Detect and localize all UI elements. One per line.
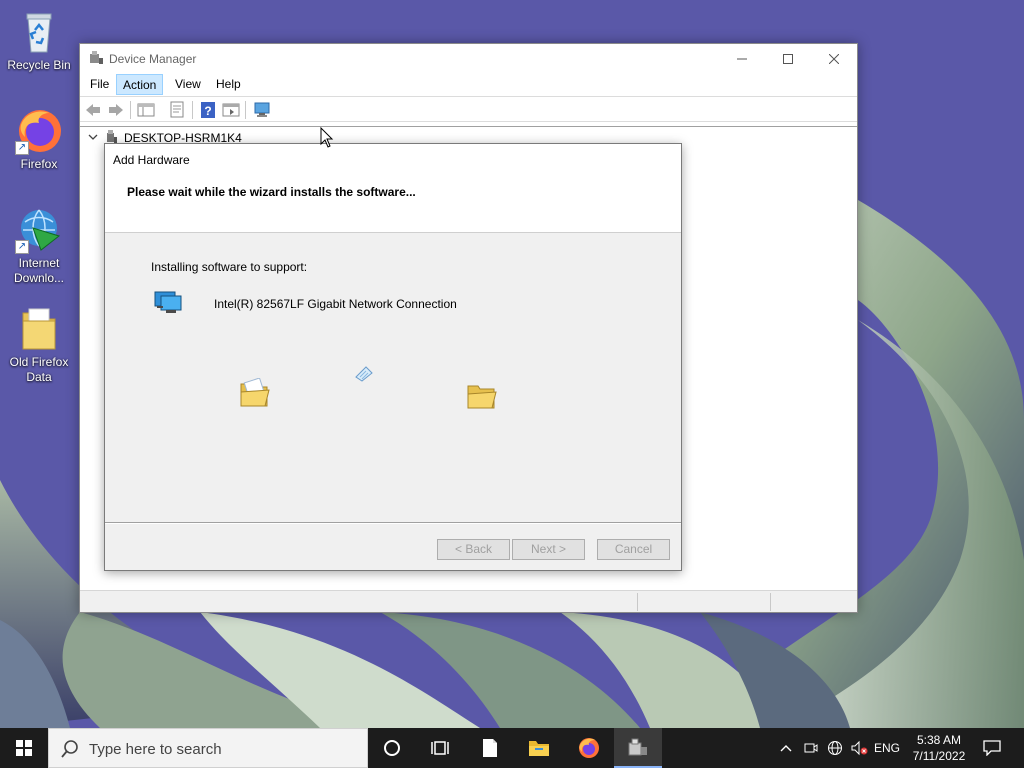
back-button[interactable]: < Back: [437, 539, 510, 560]
search-input[interactable]: Type here to search: [48, 728, 368, 768]
meet-now-icon[interactable]: [802, 728, 820, 768]
toolbar-separator: [192, 101, 193, 119]
forward-arrow-icon[interactable]: [107, 101, 125, 119]
desktop-icon-internet-download-manager[interactable]: ↗ Internet Downlo...: [1, 206, 77, 286]
desktop-icon-label: Internet: [18, 256, 60, 270]
network-adapter-icon: [153, 290, 183, 316]
status-divider: [770, 593, 771, 611]
menu-bar: File Action View Help: [80, 73, 857, 96]
desktop-icon-label: Data: [26, 370, 52, 384]
maximize-icon: [783, 53, 793, 64]
volume-muted-icon[interactable]: [848, 728, 870, 768]
clock-time: 5:38 AM: [916, 733, 962, 747]
maximize-button[interactable]: [765, 44, 811, 73]
clock[interactable]: 5:38 AM 7/11/2022: [902, 732, 976, 764]
shortcut-arrow-icon: ↗: [15, 141, 29, 155]
shortcut-arrow-icon: ↗: [15, 240, 29, 254]
dialog-header: Add Hardware Please wait while the wizar…: [105, 144, 681, 233]
toolbar-separator: [245, 101, 246, 119]
menu-file[interactable]: File: [84, 74, 115, 95]
desktop-icon-recycle-bin[interactable]: Recycle Bin: [1, 8, 77, 73]
clock-date: 7/11/2022: [912, 749, 966, 763]
firefox-icon: ↗: [15, 107, 63, 155]
status-divider: [637, 593, 638, 611]
task-view-icon[interactable]: [416, 728, 464, 768]
cancel-button[interactable]: Cancel: [597, 539, 670, 560]
back-arrow-icon[interactable]: [84, 101, 102, 119]
search-placeholder: Type here to search: [89, 741, 222, 758]
update-driver-icon[interactable]: [222, 101, 240, 119]
device-name: Intel(R) 82567LF Gigabit Network Connect…: [214, 297, 457, 311]
notifications-icon[interactable]: [978, 728, 1006, 768]
show-hide-tree-icon[interactable]: [137, 101, 155, 119]
scan-hardware-icon[interactable]: [253, 101, 271, 119]
footer-divider: [105, 522, 681, 524]
language-indicator[interactable]: ENG: [872, 728, 902, 768]
dialog-title: Add Hardware: [113, 153, 190, 167]
desktop-icon-old-firefox-data[interactable]: Old Firefox Data: [1, 305, 77, 385]
wizard-heading: Please wait while the wizard installs th…: [127, 185, 416, 199]
cortana-icon[interactable]: [368, 728, 416, 768]
destination-folder-icon: [466, 382, 498, 410]
desktop-icon-label: Recycle Bin: [7, 58, 71, 72]
device-manager-icon: [88, 50, 104, 66]
folder-icon: [15, 305, 63, 353]
notepad-icon[interactable]: [466, 728, 514, 768]
close-icon: [829, 53, 839, 64]
toolbar-separator: [130, 101, 131, 119]
menu-view[interactable]: View: [169, 74, 207, 95]
taskbar: Type here to search ENG 5:38 AM 7/11/202…: [0, 728, 1024, 768]
installing-label: Installing software to support:: [151, 260, 308, 274]
help-icon[interactable]: ?: [199, 101, 217, 119]
chevron-up-icon[interactable]: [777, 728, 795, 768]
internet-download-manager-icon: ↗: [15, 206, 63, 254]
desktop-icon-firefox[interactable]: ↗ Firefox: [1, 107, 77, 172]
flying-document-icon: [354, 365, 374, 383]
toolbar: ?: [80, 96, 857, 122]
source-folder-icon: [239, 377, 271, 408]
title-bar[interactable]: Device Manager: [80, 44, 857, 73]
chevron-down-icon[interactable]: [88, 131, 98, 145]
file-explorer-icon[interactable]: [515, 728, 563, 768]
svg-text:?: ?: [204, 104, 211, 118]
menu-action[interactable]: Action: [116, 74, 164, 95]
desktop-icon-label: Old Firefox: [9, 355, 69, 369]
add-hardware-dialog[interactable]: Add Hardware Please wait while the wizar…: [104, 143, 682, 571]
close-button[interactable]: [811, 44, 857, 73]
minimize-button[interactable]: [719, 44, 765, 73]
status-bar: [80, 590, 857, 612]
window-title: Device Manager: [109, 52, 197, 66]
start-button[interactable]: [0, 728, 48, 768]
properties-icon[interactable]: [168, 101, 186, 119]
network-globe-icon[interactable]: [824, 728, 846, 768]
search-icon: [61, 740, 79, 758]
firefox-taskbar-icon[interactable]: [565, 728, 613, 768]
device-manager-taskbar-icon[interactable]: [614, 728, 662, 768]
next-button[interactable]: Next >: [512, 539, 585, 560]
recycle-bin-icon: [15, 8, 63, 56]
windows-logo-icon: [16, 740, 32, 756]
mouse-cursor: [320, 126, 334, 149]
desktop-icon-label: Firefox: [20, 157, 58, 171]
menu-help[interactable]: Help: [210, 74, 247, 95]
minimize-icon: [737, 58, 747, 59]
desktop-icon-label: Downlo...: [13, 271, 65, 285]
